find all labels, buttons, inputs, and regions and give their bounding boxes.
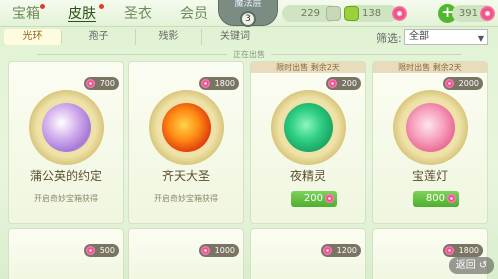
candy-icon	[200, 79, 210, 88]
skin-card[interactable]: 1000	[128, 228, 244, 279]
candy-icon	[447, 194, 456, 203]
dropdown-arrow-icon: ▼	[477, 34, 484, 43]
price-tag: 1800	[442, 244, 483, 257]
candy-icon	[85, 79, 95, 88]
buy-button[interactable]: 800	[413, 191, 459, 207]
gem-icon	[344, 6, 359, 21]
price-tag: 700	[83, 77, 119, 90]
skin-name: 齐天大圣	[161, 169, 210, 183]
skin-name: 宝莲灯	[411, 169, 448, 183]
candy-icon	[327, 79, 337, 88]
back-arrow-icon: ↺	[478, 260, 488, 271]
notification-dot	[40, 4, 45, 9]
price-tag: 1200	[320, 244, 361, 257]
section-label: 正在出售	[0, 49, 498, 60]
subtab-keyword[interactable]: 关键词	[202, 29, 268, 45]
gem-count: 138	[362, 8, 382, 19]
price-tag: 200	[325, 77, 361, 90]
price-tag: 2000	[442, 77, 483, 90]
filter-select[interactable]: 全部 ▼	[404, 29, 488, 45]
price-tag: 1000	[198, 244, 239, 257]
candy-icon	[322, 246, 332, 255]
subtab-halo[interactable]: 光环	[4, 29, 62, 45]
notification-dot	[99, 4, 104, 9]
skin-source: 开启奇妙宝箱获得	[154, 194, 218, 203]
coin-count: 229	[300, 8, 320, 19]
skin-card[interactable]: 1800 齐天大圣 开启奇妙宝箱获得	[128, 61, 244, 224]
skin-card[interactable]: 700 蒲公英的约定 开启奇妙宝箱获得	[8, 61, 124, 224]
skin-card[interactable]: 1200	[250, 228, 366, 279]
candy-icon	[480, 6, 495, 21]
candy-icon	[444, 79, 454, 88]
nav-tab-skins[interactable]: 皮肤	[68, 3, 96, 25]
back-label: 返回	[455, 260, 476, 271]
orb-image	[284, 103, 333, 152]
subtab-afterimage[interactable]: 残影	[136, 29, 202, 45]
limited-time-banner: 限时出售 剩余2天	[373, 62, 487, 73]
back-button[interactable]: 返回 ↺	[449, 257, 494, 274]
price-tag: 1800	[198, 77, 239, 90]
subtab-spore[interactable]: 孢子	[62, 29, 136, 45]
skin-card[interactable]: 限时出售 剩余2天 2000 宝莲灯 800	[372, 61, 488, 224]
nav-tab-chests[interactable]: 宝箱	[12, 3, 40, 25]
halo-ring	[393, 90, 468, 165]
skin-card[interactable]: 500	[8, 228, 124, 279]
skin-name: 蒲公英的约定	[29, 169, 102, 183]
candy-icon	[392, 6, 407, 21]
skin-name: 夜精灵	[289, 169, 326, 183]
filter-selected-value: 全部	[409, 31, 429, 42]
coin-icon	[326, 6, 341, 21]
top-nav-bar: 宝箱 皮肤 圣衣 会员 魔法层 3 229 138 + 391	[0, 0, 498, 27]
halo-ring	[271, 90, 346, 165]
candy-icon	[444, 246, 454, 255]
halo-ring	[29, 90, 104, 165]
candy-icon	[200, 246, 210, 255]
skin-card[interactable]: 限时出售 剩余2天 200 夜精灵 200	[250, 61, 366, 224]
price-tag: 500	[83, 244, 119, 257]
candy-count: 391	[458, 8, 478, 19]
level-number: 3	[240, 11, 256, 27]
nav-tab-membership[interactable]: 会员	[180, 3, 208, 25]
buy-button[interactable]: 200	[291, 191, 337, 207]
orb-image	[42, 103, 91, 152]
orb-image	[162, 103, 211, 152]
filter-label: 筛选:	[376, 32, 402, 45]
orb-image	[406, 103, 455, 152]
level-label: 魔法层	[234, 0, 262, 9]
nav-tab-armor[interactable]: 圣衣	[124, 3, 152, 25]
candy-icon	[85, 246, 95, 255]
skin-source: 开启奇妙宝箱获得	[34, 194, 98, 203]
limited-time-banner: 限时出售 剩余2天	[251, 62, 365, 73]
candy-icon	[325, 194, 334, 203]
halo-ring	[149, 90, 224, 165]
